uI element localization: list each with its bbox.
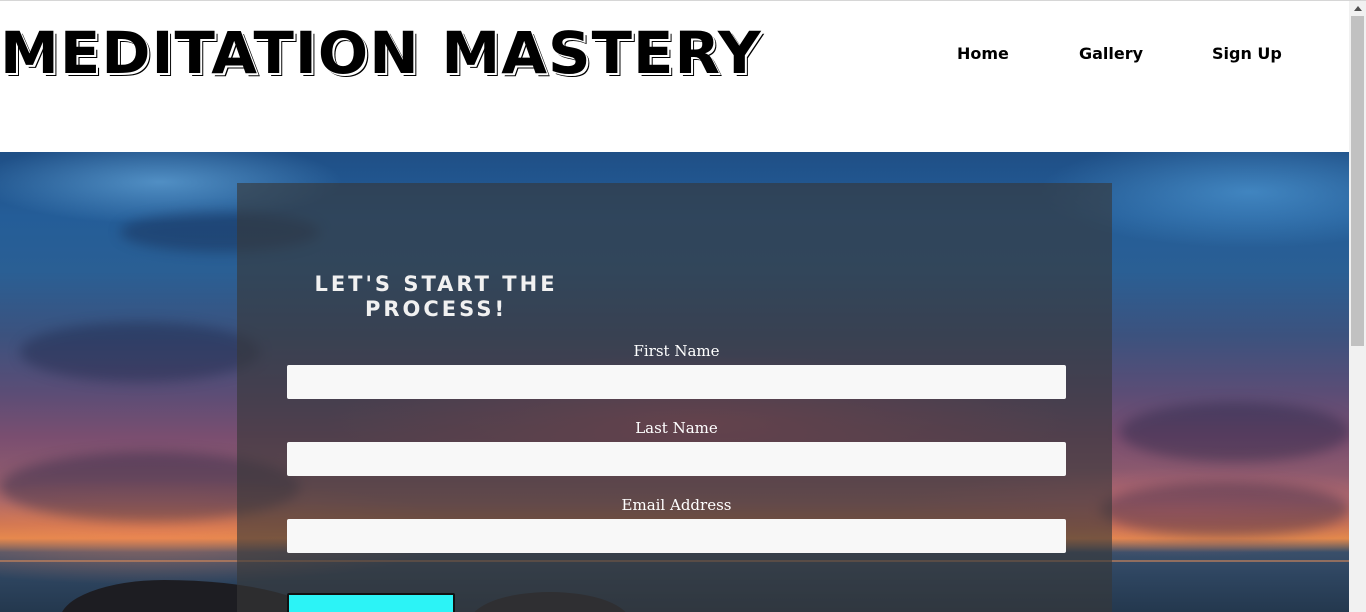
site-header: MEDITATION MASTERY Home Gallery Sign Up (0, 1, 1349, 152)
scroll-up-arrow-icon[interactable] (1349, 1, 1366, 16)
cloud-shape (20, 322, 260, 382)
nav-link-gallery[interactable]: Gallery (1079, 43, 1143, 65)
nav-link-home[interactable]: Home (957, 43, 1009, 65)
form-heading: LET'S START THE PROCESS! (314, 272, 558, 321)
email-address-label: Email Address (621, 496, 732, 514)
submit-button[interactable] (287, 593, 455, 612)
cloud-shape (1100, 482, 1349, 537)
nav-link-sign-up[interactable]: Sign Up (1212, 43, 1282, 65)
page: MEDITATION MASTERY Home Gallery Sign Up … (0, 0, 1366, 612)
last-name-input[interactable] (287, 442, 1066, 476)
email-address-input[interactable] (287, 519, 1066, 553)
last-name-label: Last Name (635, 419, 718, 437)
scrollbar-thumb[interactable] (1351, 16, 1364, 346)
first-name-label: First Name (633, 342, 720, 360)
main-nav: Home Gallery Sign Up (0, 43, 1349, 67)
first-name-input[interactable] (287, 365, 1066, 399)
cloud-shape (1120, 402, 1349, 462)
